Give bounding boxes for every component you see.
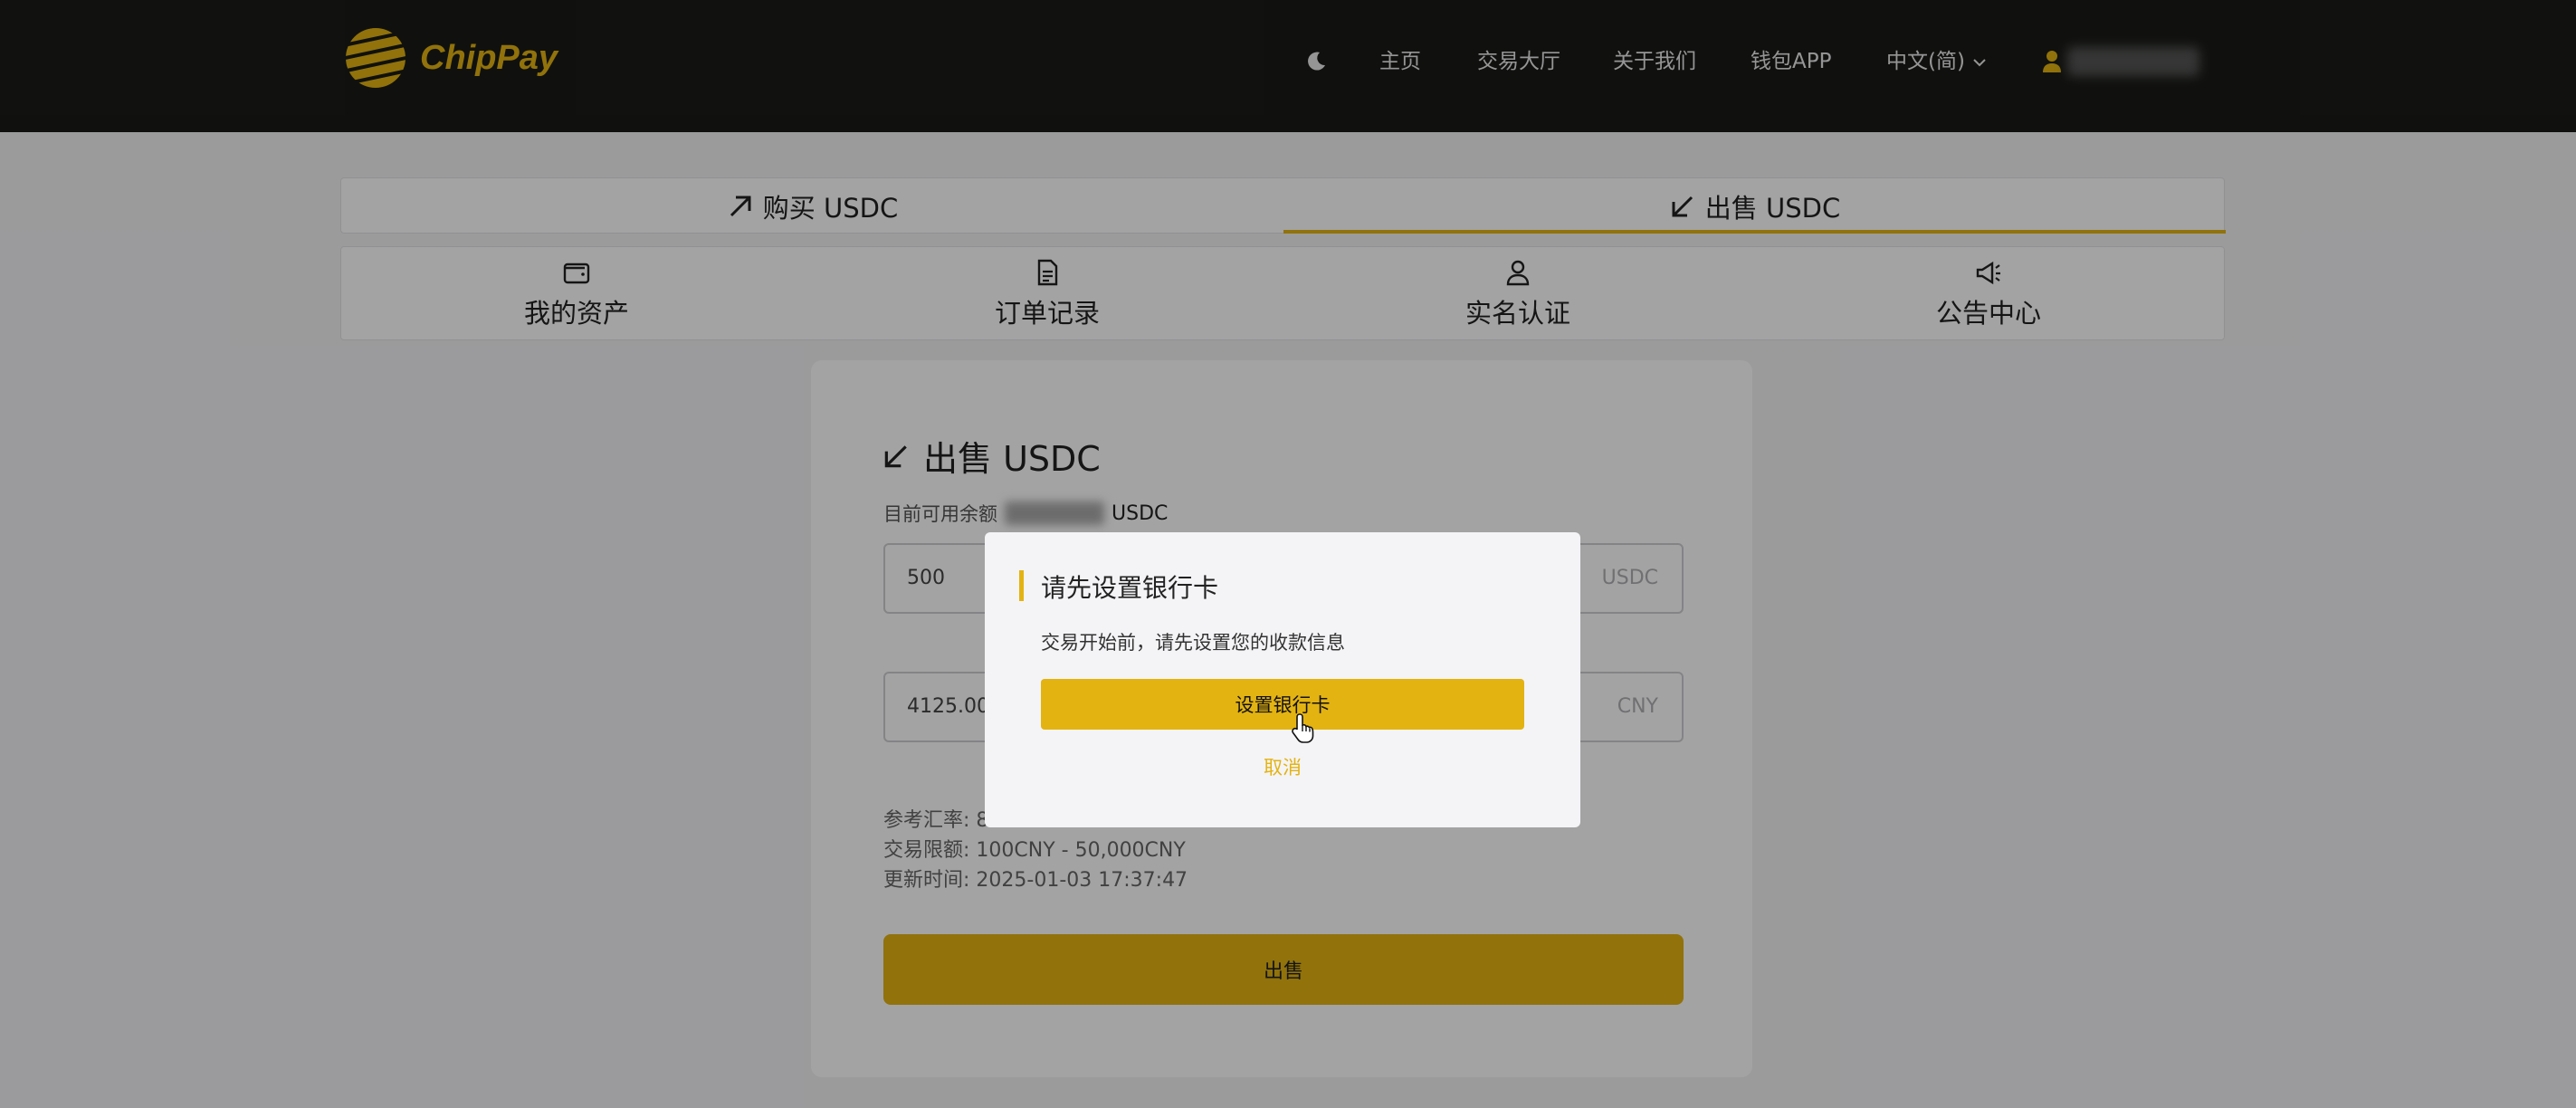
- cancel-button[interactable]: 取消: [985, 753, 1580, 780]
- modal-title: 请先设置银行卡: [1041, 573, 1219, 603]
- set-bank-card-button[interactable]: 设置银行卡: [1041, 679, 1524, 730]
- hand-pointer-cursor-icon: [1292, 713, 1314, 743]
- bank-card-required-dialog: 请先设置银行卡 交易开始前，请先设置您的收款信息 设置银行卡 取消: [985, 532, 1580, 827]
- modal-message: 交易开始前，请先设置您的收款信息: [1041, 632, 1345, 654]
- modal-title-accent: [1019, 570, 1024, 601]
